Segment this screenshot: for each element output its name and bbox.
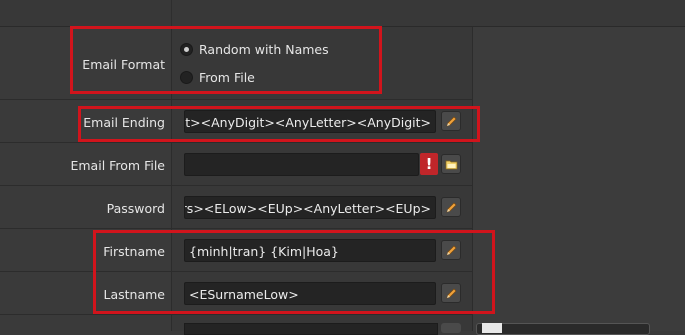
next-row-button[interactable]	[441, 323, 461, 333]
email-from-file-input[interactable]	[184, 153, 419, 176]
right-empty-area	[473, 27, 685, 331]
top-header-bar	[0, 0, 685, 27]
highlight-name-fields	[93, 230, 495, 314]
highlight-email-format	[70, 26, 382, 94]
next-row-input[interactable]	[184, 323, 438, 335]
row-divider	[0, 99, 472, 100]
row-divider	[0, 314, 472, 315]
error-icon[interactable]: !	[420, 153, 438, 175]
folder-icon[interactable]	[441, 154, 461, 174]
row-divider	[0, 142, 472, 143]
header-cell	[171, 0, 473, 26]
email-from-file-label: Email From File	[70, 158, 165, 173]
row-divider	[0, 185, 472, 186]
password-label: Password	[106, 201, 165, 216]
password-input[interactable]: <ENumbers><ELow><EUp><AnyLetter><EUp>	[184, 196, 436, 219]
password-value: <ENumbers><ELow><EUp><AnyLetter><EUp>	[185, 201, 431, 216]
highlight-email-ending	[78, 106, 480, 142]
row-divider	[0, 228, 472, 229]
next-row-control[interactable]	[476, 323, 650, 335]
next-row-control-thumb	[482, 323, 502, 333]
pencil-icon[interactable]	[441, 197, 461, 217]
